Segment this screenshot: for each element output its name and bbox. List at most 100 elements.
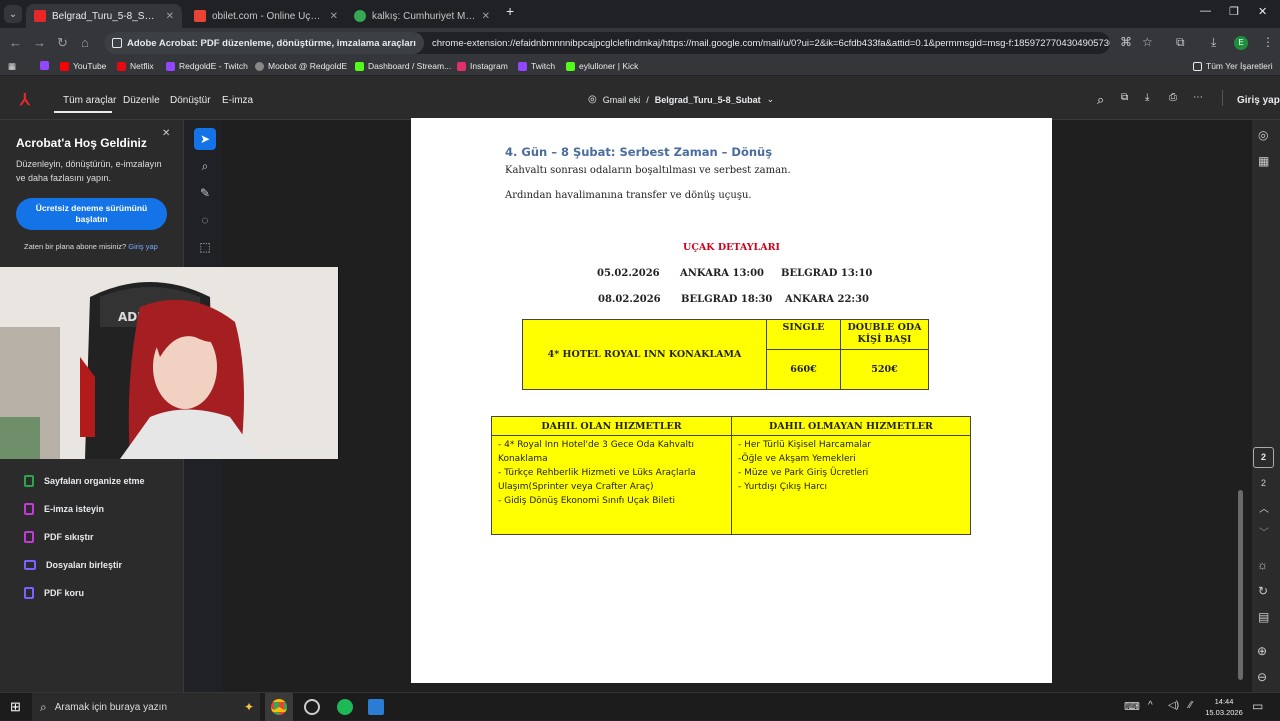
tool-merge-files[interactable]: Dosyaları birleştir — [0, 551, 184, 579]
twitch-icon — [166, 61, 175, 71]
included-header: DAHIL OLAN HIZMETLER — [491, 416, 732, 436]
list-item: -Öğle ve Akşam Yemekleri — [738, 454, 856, 464]
bookmark-item[interactable] — [40, 61, 49, 70]
minimize-icon[interactable]: — — [1200, 5, 1211, 17]
bookmark-instagram[interactable]: Instagram — [457, 61, 508, 71]
windows-start-icon[interactable]: ⊞ — [10, 699, 21, 715]
close-icon[interactable]: ✕ — [482, 11, 490, 22]
bookmark-kick[interactable]: eylulloner | Kick — [566, 61, 638, 71]
profile-avatar[interactable]: E — [1234, 36, 1248, 50]
omnibox[interactable]: Adobe Acrobat: PDF düzenleme, dönüştürme… — [104, 32, 1110, 54]
keyboard-icon[interactable]: ⌨ — [1124, 700, 1140, 713]
instagram-icon — [457, 61, 466, 71]
list-item: - Müze ve Park Giriş Ücretleri — [738, 468, 869, 478]
close-icon[interactable]: ✕ — [162, 128, 170, 139]
file-name: Belgrad_Turu_5-8_Subat — [654, 94, 761, 105]
text-select-icon[interactable]: ⬚ — [194, 236, 216, 258]
zoom-in-icon[interactable]: ⊕ — [1257, 644, 1267, 658]
ai-assistant-icon[interactable]: ◎ — [1258, 128, 1268, 142]
clock-date: 15.03.2026 — [1205, 708, 1243, 717]
app-icon[interactable] — [304, 699, 320, 715]
file-breadcrumb[interactable]: ◎ Gmail eki / Belgrad_Turu_5-8_Subat ⌄ — [588, 94, 774, 105]
forward-icon[interactable]: → — [33, 35, 46, 50]
bookmark-netflix[interactable]: Netflix — [117, 61, 154, 71]
select-cursor-icon[interactable]: ➤ — [194, 128, 216, 150]
bookmark-star-icon[interactable]: ☆ — [1142, 35, 1153, 49]
comment-icon[interactable]: ⌕ — [194, 155, 216, 177]
print-icon[interactable]: ⎙ — [1169, 92, 1177, 103]
network-icon[interactable]: ⁄⁄ — [1189, 700, 1192, 711]
tab-search-icon[interactable]: ⌄ — [4, 5, 22, 23]
bookmark-moobot[interactable]: Moobot @ RedgoldE — [255, 61, 347, 71]
menu-convert[interactable]: Dönüştür — [170, 95, 211, 106]
page-up-icon[interactable]: ︿ — [1259, 500, 1269, 515]
list-item: - Yurtdışı Çıkış Harcı — [738, 482, 828, 492]
sign-in-button[interactable]: Giriş yap — [1237, 95, 1280, 106]
home-icon[interactable]: ⌂ — [81, 35, 89, 50]
reload-icon[interactable]: ↻ — [57, 35, 68, 51]
menu-esign[interactable]: E-imza — [222, 95, 253, 106]
chrome-taskbar-icon[interactable] — [265, 693, 293, 721]
acrobat-logo-icon[interactable]: ⅄ — [20, 90, 30, 110]
extensions-icon[interactable]: ⧉ — [1176, 35, 1185, 50]
pen-icon[interactable]: ✎ — [194, 182, 216, 204]
tab-pdf[interactable]: Belgrad_Turu_5-8_Subat.pdf ✕ — [26, 4, 182, 28]
spotify-icon[interactable] — [337, 699, 353, 715]
close-window-icon[interactable]: ✕ — [1258, 5, 1267, 18]
start-trial-button[interactable]: Ücretsiz deneme sürümünü başlatın — [16, 198, 167, 230]
page-down-icon[interactable]: ﹀ — [1259, 524, 1269, 539]
menu-all-tools[interactable]: Tüm araçlar — [63, 95, 116, 106]
restore-icon[interactable]: ❐ — [1229, 5, 1239, 18]
lasso-icon[interactable]: ◌ — [194, 209, 216, 231]
volume-icon[interactable]: ◁) — [1168, 700, 1179, 711]
menu-edit[interactable]: Düzenle — [123, 95, 160, 106]
back-icon[interactable]: ← — [9, 35, 22, 50]
notification-icon[interactable]: ▭ — [1252, 699, 1263, 713]
download-icon[interactable]: ⤓ — [1145, 92, 1149, 103]
tool-request-esign[interactable]: E-imza isteyin — [0, 495, 184, 523]
extension-chip[interactable]: Adobe Acrobat: PDF düzenleme, dönüştürme… — [104, 32, 424, 54]
menu-kebab-icon[interactable]: ⋮ — [1262, 35, 1274, 49]
scrollbar[interactable] — [1238, 490, 1243, 680]
document-icon[interactable]: ▤ — [1258, 610, 1269, 624]
page-view-icon[interactable]: ⧉ — [1121, 92, 1128, 103]
clock[interactable]: 14:44 15.03.2026 — [1200, 696, 1248, 718]
tab-maps[interactable]: kalkış: Cumhuriyet Meydanı var ✕ — [346, 4, 498, 28]
light-mode-icon[interactable]: ☼ — [1257, 558, 1268, 572]
current-page-input[interactable]: 2 — [1253, 447, 1274, 468]
bookmark-dashboard[interactable]: Dashboard / Stream... — [355, 61, 451, 71]
tool-protect-pdf[interactable]: PDF koru — [0, 579, 184, 607]
translate-icon[interactable]: ⌘ — [1120, 35, 1132, 49]
close-icon[interactable]: ✕ — [330, 11, 338, 22]
sign-in-link[interactable]: Giriş yap — [128, 242, 158, 251]
maps-pin-icon — [354, 10, 366, 22]
tab-strip: ⌄ Belgrad_Turu_5-8_Subat.pdf ✕ obilet.co… — [0, 0, 1280, 28]
word-icon[interactable] — [368, 699, 384, 715]
sparkle-icon: ✦ — [243, 700, 254, 714]
tool-organize-pages[interactable]: Sayfaları organize etme — [0, 467, 184, 495]
search-placeholder: Aramak için buraya yazın — [54, 701, 168, 713]
tray-chevron-icon[interactable]: ^ — [1148, 700, 1153, 711]
download-icon[interactable]: ⤓ — [1211, 35, 1216, 50]
all-bookmarks[interactable]: Tüm Yer İşaretleri — [1193, 61, 1273, 71]
folder-icon — [1193, 61, 1202, 71]
bookmark-redgolde-twitch[interactable]: RedgoldE - Twitch — [166, 61, 248, 71]
taskbar-search[interactable]: ⌕ Aramak için buraya yazın ✦ — [32, 693, 260, 721]
new-tab-button[interactable]: + — [506, 3, 514, 19]
moobot-icon — [255, 61, 264, 71]
rotate-icon[interactable]: ↻ — [1258, 584, 1268, 598]
bookmark-twitch[interactable]: Twitch — [518, 61, 555, 71]
all-bookmarks-label: Tüm Yer İşaretleri — [1206, 61, 1273, 71]
tool-compress-pdf[interactable]: PDF sıkıştır — [0, 523, 184, 551]
tab-obilet[interactable]: obilet.com - Online Uçak Bileti ✕ — [186, 4, 346, 28]
search-icon: ⌕ — [40, 699, 47, 714]
globe-icon: ◎ — [588, 94, 597, 105]
search-icon[interactable]: ⌕ — [1097, 92, 1104, 108]
close-icon[interactable]: ✕ — [166, 11, 174, 22]
webcam-overlay: ADR — [0, 267, 339, 459]
apps-grid-icon[interactable]: ▦ — [8, 61, 16, 72]
zoom-out-icon[interactable]: ⊖ — [1257, 670, 1267, 684]
thumbnails-icon[interactable]: ▦ — [1258, 154, 1269, 168]
more-icon[interactable]: ⋯ — [1193, 92, 1203, 103]
bookmark-youtube[interactable]: YouTube — [60, 61, 106, 71]
